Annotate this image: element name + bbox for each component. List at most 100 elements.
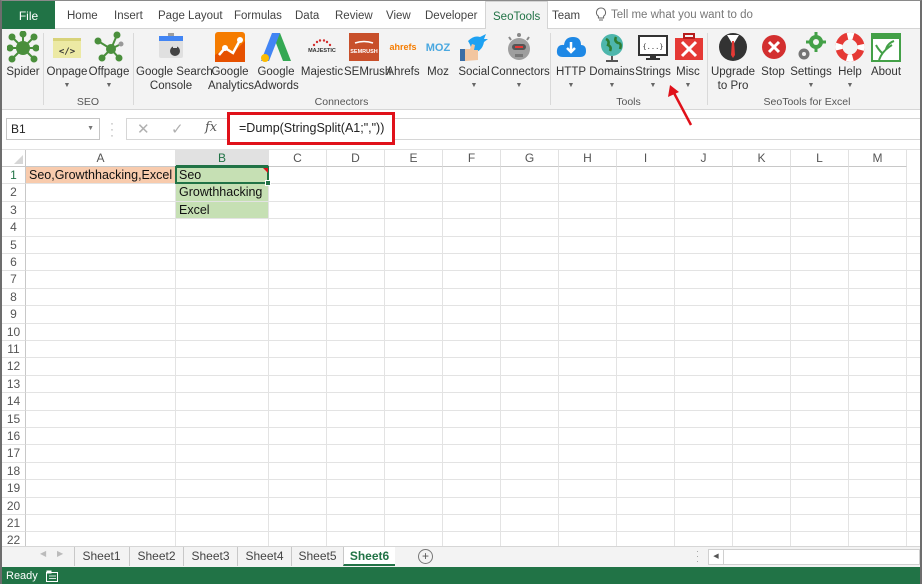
connectors-button[interactable]: Connectors ▼ <box>491 31 550 91</box>
column-header-j[interactable]: J <box>675 150 733 167</box>
tab-insert[interactable]: Insert <box>114 1 143 29</box>
column-header-c[interactable]: C <box>269 150 327 167</box>
stop-button[interactable]: Stop <box>758 31 788 79</box>
row-header-7[interactable]: 7 <box>2 271 26 289</box>
tab-file[interactable]: File <box>2 1 55 29</box>
majestic-button[interactable]: MAJESTIC Majestic <box>300 31 344 79</box>
formula-bar-resize-handle[interactable]: · · · <box>110 117 114 141</box>
sheet-tab-sheet6[interactable]: Sheet6 <box>343 547 395 566</box>
row-header-14[interactable]: 14 <box>2 393 26 411</box>
tab-review[interactable]: Review <box>335 1 373 29</box>
row-header-13[interactable]: 13 <box>2 375 26 394</box>
row-header-22[interactable]: 22 <box>2 532 26 546</box>
social-button[interactable]: Social ▼ <box>456 31 492 91</box>
tab-split-handle[interactable]: · · · <box>696 547 702 566</box>
name-box-dropdown-icon[interactable]: ▼ <box>87 119 94 139</box>
macro-record-icon[interactable] <box>46 570 58 582</box>
cell-b3[interactable]: Excel <box>176 201 268 219</box>
tab-developer[interactable]: Developer <box>425 1 477 29</box>
google-search-console-button[interactable]: Google Search Console <box>136 31 213 93</box>
row-header-5[interactable]: 5 <box>2 236 26 254</box>
tab-view[interactable]: View <box>386 1 411 29</box>
select-all-corner[interactable] <box>2 150 26 167</box>
sheet-tab-sheet4[interactable]: Sheet4 <box>237 547 291 566</box>
tab-home[interactable]: Home <box>67 1 98 29</box>
settings-button[interactable]: Settings ▼ <box>790 31 832 91</box>
sheet-tab-sheet2[interactable]: Sheet2 <box>129 547 183 566</box>
tab-data[interactable]: Data <box>295 1 319 29</box>
spreadsheet-grid[interactable]: A B C D E F G H I J K L M 1 2 3 4 5 6 7 8 9 10 11 12 13 14 15 16 17 18… <box>2 150 920 546</box>
column-header-k[interactable]: K <box>733 150 791 167</box>
offpage-button[interactable]: Offpage ▼ <box>88 31 130 91</box>
tab-page-layout[interactable]: Page Layout <box>158 1 223 29</box>
ahrefs-button[interactable]: ahrefs Ahrefs <box>385 31 421 79</box>
column-header-f[interactable]: F <box>443 150 501 167</box>
column-header-d[interactable]: D <box>327 150 385 167</box>
column-header-g[interactable]: G <box>501 150 559 167</box>
strings-button[interactable]: {...} Strings ▼ <box>635 31 671 91</box>
sheet-tab-sheet3[interactable]: Sheet3 <box>183 547 237 566</box>
insert-function-icon[interactable]: fx <box>205 120 217 135</box>
row-gridline <box>26 427 920 428</box>
moz-button[interactable]: MOZ Moz <box>422 31 454 79</box>
strings-screen-text: {...} <box>642 43 663 51</box>
misc-button[interactable]: Misc ▼ <box>673 31 703 91</box>
google-analytics-button[interactable]: Google Analytics <box>208 31 254 93</box>
row-header-19[interactable]: 19 <box>2 480 26 498</box>
row-header-12[interactable]: 12 <box>2 358 26 376</box>
semrush-button[interactable]: SEMRUSH SEMrush <box>344 31 391 79</box>
onpage-button[interactable]: </> Onpage ▼ <box>46 31 88 91</box>
google-adwords-button[interactable]: Google Adwords <box>254 31 299 93</box>
row-header-1[interactable]: 1 <box>2 167 26 185</box>
tab-team[interactable]: Team <box>552 1 580 29</box>
row-header-6[interactable]: 6 <box>2 254 26 272</box>
row-header-17[interactable]: 17 <box>2 445 26 463</box>
column-header-e[interactable]: E <box>385 150 443 167</box>
row-header-9[interactable]: 9 <box>2 306 26 324</box>
group-separator <box>43 33 44 105</box>
scroll-left-arrow-icon[interactable]: ◀ <box>709 550 724 564</box>
upgrade-label-line1: Upgrade <box>710 66 756 78</box>
column-header-h[interactable]: H <box>559 150 617 167</box>
tab-seotools[interactable]: SeoTools <box>485 1 549 30</box>
confirm-entry-icon[interactable]: ✓ <box>171 120 184 138</box>
tab-formulas[interactable]: Formulas <box>234 1 282 29</box>
column-header-l[interactable]: L <box>791 150 849 167</box>
prev-sheet-arrow-icon[interactable]: ◀ <box>40 549 46 558</box>
spider-button[interactable]: Spider <box>5 31 41 79</box>
row-header-20[interactable]: 20 <box>2 497 26 515</box>
row-header-10[interactable]: 10 <box>2 323 26 341</box>
formula-input-highlighted[interactable]: =Dump(StringSplit(A1;",")) <box>227 112 395 145</box>
name-box[interactable]: B1 ▼ <box>6 118 100 140</box>
cancel-entry-icon[interactable]: ✕ <box>137 120 150 138</box>
about-button[interactable]: About <box>868 31 904 79</box>
row-header-15[interactable]: 15 <box>2 410 26 428</box>
row-header-16[interactable]: 16 <box>2 428 26 446</box>
http-button[interactable]: HTTP ▼ <box>554 31 588 91</box>
row-header-11[interactable]: 11 <box>2 341 26 359</box>
row-header-3[interactable]: 3 <box>2 201 26 220</box>
cell-b1[interactable]: Seo <box>176 167 268 184</box>
next-sheet-arrow-icon[interactable]: ▶ <box>57 549 63 558</box>
domains-button[interactable]: Domains ▼ <box>589 31 635 91</box>
sheet-tab-sheet5[interactable]: Sheet5 <box>291 547 343 566</box>
upgrade-to-pro-button[interactable]: Upgrade to Pro <box>710 31 756 93</box>
column-header-b[interactable]: B <box>176 150 269 167</box>
row-header-21[interactable]: 21 <box>2 515 26 533</box>
cell-a1[interactable]: Seo,Growthhacking,Excel <box>26 167 175 184</box>
row-header-18[interactable]: 18 <box>2 462 26 481</box>
row-header-4[interactable]: 4 <box>2 219 26 237</box>
column-header-i[interactable]: I <box>617 150 675 167</box>
cell-b2[interactable]: Growthhacking <box>176 184 268 201</box>
add-sheet-button[interactable]: + <box>418 549 433 564</box>
help-button[interactable]: Help ▼ <box>834 31 866 91</box>
social-label: Social <box>458 66 490 78</box>
row-header-2[interactable]: 2 <box>2 184 26 202</box>
row-header-8[interactable]: 8 <box>2 288 26 307</box>
column-header-a[interactable]: A <box>26 150 176 167</box>
tell-me-search[interactable]: Tell me what you want to do <box>595 1 753 29</box>
horizontal-scrollbar[interactable]: ◀ <box>708 549 920 565</box>
sheet-tab-sheet1[interactable]: Sheet1 <box>74 547 128 566</box>
formula-input-area[interactable] <box>394 118 920 140</box>
column-header-m[interactable]: M <box>849 150 907 167</box>
